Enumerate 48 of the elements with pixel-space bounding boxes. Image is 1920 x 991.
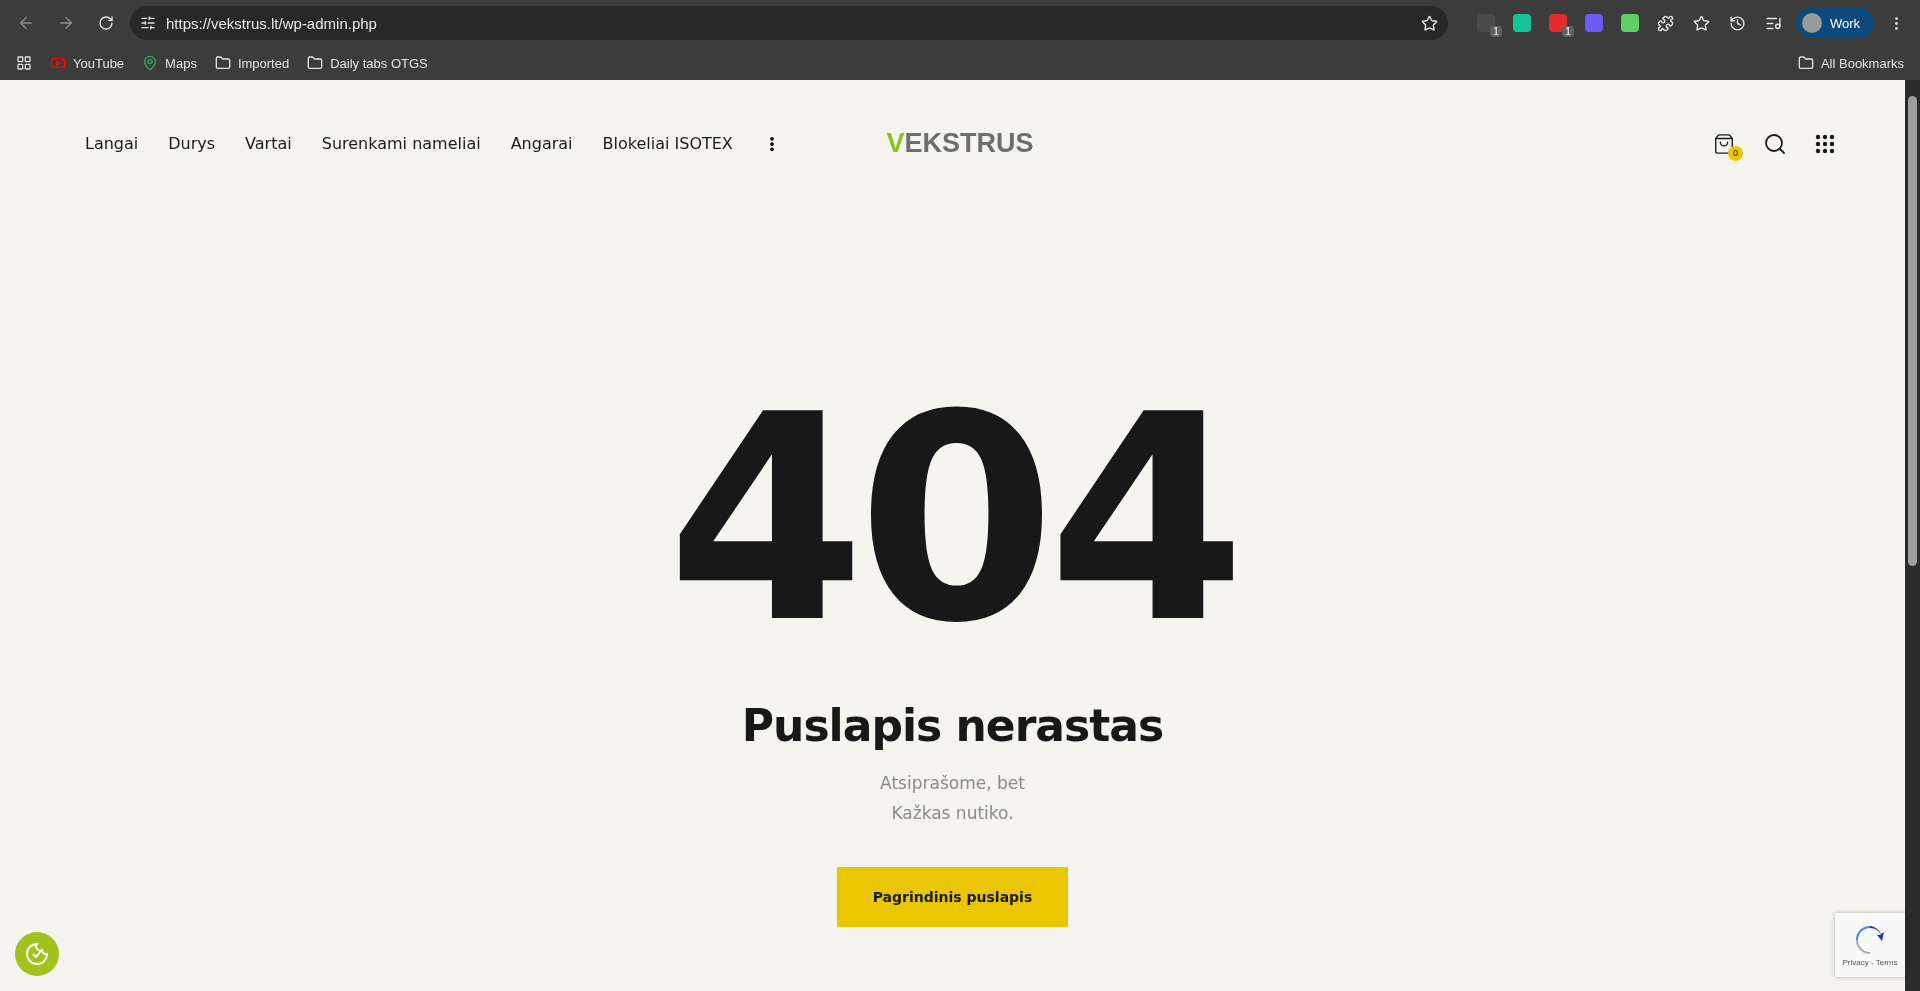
recaptcha-logo-icon <box>1854 923 1886 956</box>
cookie-check-icon <box>24 941 50 967</box>
nav-link[interactable]: Blokeliai ISOTEX <box>602 134 733 153</box>
site-logo[interactable]: VEKSTRUS <box>886 128 1034 159</box>
shopping-bag-icon[interactable] <box>1713 132 1735 155</box>
error-message: Atsiprašome, bet <box>880 772 1025 795</box>
extension-badge: 1 <box>1562 26 1574 37</box>
scrollbar-thumb[interactable] <box>1908 96 1917 566</box>
nav-link[interactable]: Angarai <box>510 134 573 153</box>
bookmark-link[interactable]: Imported <box>214 55 290 71</box>
forward-icon[interactable] <box>57 14 75 32</box>
video-icon <box>50 55 66 71</box>
site-settings-icon[interactable] <box>140 15 156 31</box>
dot-grid-icon[interactable] <box>1815 133 1835 154</box>
puzzle-icon[interactable] <box>1657 14 1675 32</box>
extension-icon[interactable] <box>1512 14 1531 32</box>
extension-badge: 1 <box>1490 26 1502 37</box>
folder-icon <box>307 55 324 71</box>
reload-icon[interactable] <box>98 15 114 31</box>
url-text: https://vekstrus.lt/wp-admin.php <box>166 14 378 32</box>
home-button[interactable]: Pagrindinis puslapis <box>837 867 1068 928</box>
bookmark-link[interactable]: Maps <box>142 55 197 71</box>
nav-link[interactable]: Langai <box>85 134 139 153</box>
folder-icon <box>1797 55 1814 71</box>
all-bookmarks-link[interactable]: All Bookmarks <box>1797 55 1904 71</box>
error-code: 404 <box>667 377 1238 662</box>
bookmark-star-icon[interactable] <box>1420 14 1438 32</box>
star-icon[interactable] <box>1693 14 1711 32</box>
address-bar[interactable]: https://vekstrus.lt/wp-admin.php <box>130 6 1448 40</box>
apps-grid-icon[interactable] <box>16 55 32 71</box>
nav-link[interactable]: Surenkami nameliai <box>321 134 481 153</box>
history-icon[interactable] <box>1729 14 1747 32</box>
bookmark-link[interactable]: Daily tabs OTGS <box>307 55 428 71</box>
bookmark-link[interactable]: YouTube <box>50 55 125 71</box>
error-message: Kažkas nutiko. <box>891 802 1014 826</box>
extension-icon[interactable] <box>1620 14 1639 32</box>
error-title: Puslapis nerastas <box>741 700 1164 751</box>
nav-link[interactable]: Durys <box>168 134 216 153</box>
extension-icon[interactable] <box>1548 14 1567 32</box>
avatar <box>1801 13 1822 33</box>
recaptcha-links[interactable]: Privacy - Terms <box>1842 957 1898 967</box>
folder-icon <box>214 55 231 71</box>
nav-link[interactable]: Vartai <box>245 134 292 153</box>
profile-button[interactable]: Work <box>1795 8 1874 38</box>
search-icon[interactable] <box>1763 131 1787 156</box>
map-pin-icon <box>142 55 159 71</box>
back-icon[interactable] <box>17 14 35 32</box>
cart-count-badge: 0 <box>1728 145 1743 161</box>
